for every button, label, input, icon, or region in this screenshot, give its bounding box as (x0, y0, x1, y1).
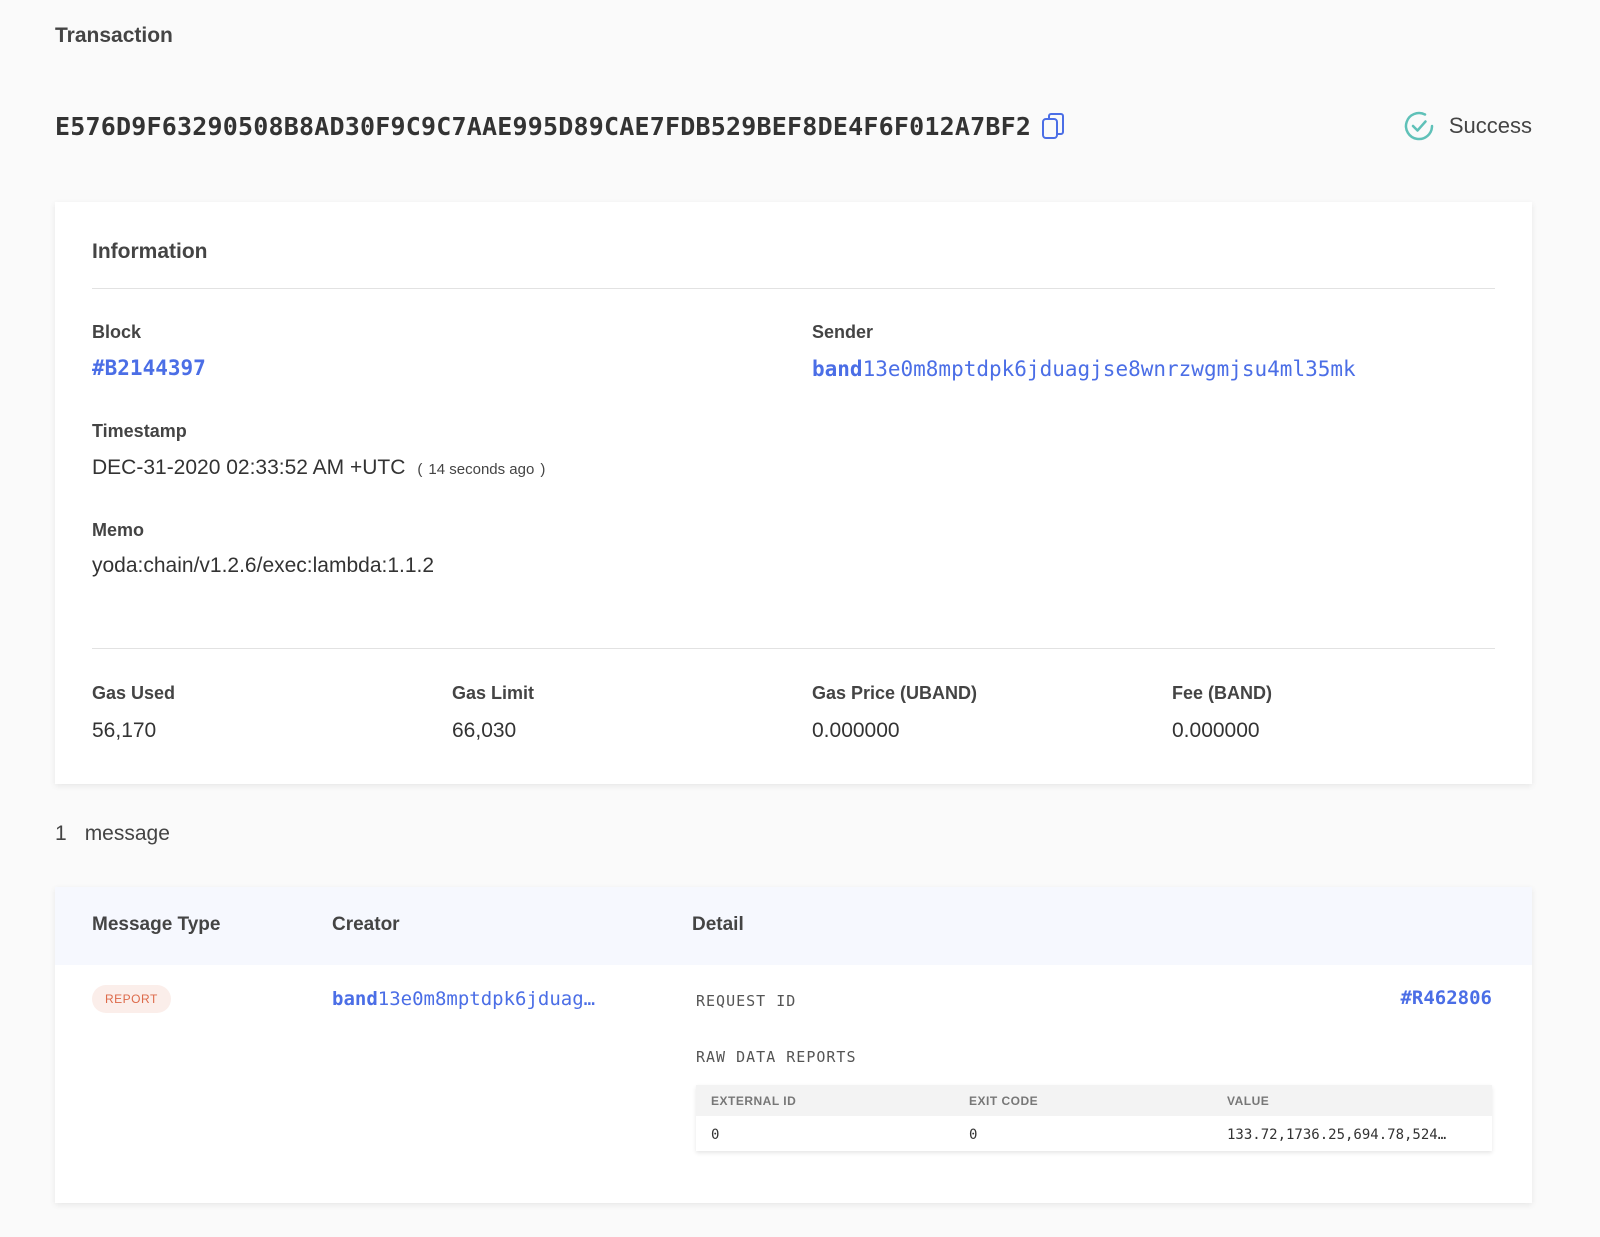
raw-data-table: EXTERNAL ID EXIT CODE VALUE 0 0 133.72,1… (696, 1085, 1492, 1151)
fee-label: Fee (BAND) (1172, 683, 1273, 703)
status-text: Success (1448, 113, 1532, 138)
block-label: Block (92, 322, 142, 342)
header-creator: Creator (332, 914, 400, 935)
memo-value: yoda:chain/v1.2.6/exec:lambda:1.1.2 (92, 554, 435, 577)
status-badge: Success (1401, 108, 1532, 144)
timestamp-relative: (14 seconds ago) (417, 461, 546, 478)
page-title: Transaction (55, 24, 173, 47)
divider (92, 648, 1495, 649)
request-id-label: REQUEST ID (696, 992, 797, 1010)
header-exit-code: EXIT CODE (969, 1094, 1039, 1108)
tx-hash-group: E576D9F63290508B8AD30F9C9C7AAE995D89CAE7… (55, 112, 1065, 141)
tx-hash: E576D9F63290508B8AD30F9C9C7AAE995D89CAE7… (55, 111, 1032, 141)
creator-link[interactable]: band13e0m8mptdpk6jduag… (332, 988, 595, 1010)
gas-limit-value: 66,030 (452, 719, 517, 742)
header-value: VALUE (1227, 1094, 1270, 1108)
information-title: Information (92, 240, 208, 263)
sender-label: Sender (812, 322, 874, 342)
timestamp-value: DEC-31-2020 02:33:52 AM +UTC (14 seconds … (92, 456, 551, 480)
message-count: 1 message (55, 822, 170, 846)
exit-code-value: 0 (969, 1127, 978, 1143)
raw-data-reports-label: RAW DATA REPORTS (696, 1048, 857, 1066)
sender-link[interactable]: band13e0m8mptdpk6jduagjse8wnrzwgmjsu4ml3… (812, 357, 1356, 381)
gas-used-value: 56,170 (92, 719, 157, 742)
raw-data-table-header: EXTERNAL ID EXIT CODE VALUE (696, 1085, 1492, 1116)
memo-label: Memo (92, 520, 145, 540)
header-detail: Detail (692, 914, 744, 935)
creator-prefix: band (332, 988, 378, 1010)
timestamp-label: Timestamp (92, 421, 187, 441)
gas-price-label: Gas Price (UBAND) (812, 683, 978, 703)
gas-used-label: Gas Used (92, 683, 176, 703)
messages-table-header: Message Type Creator Detail (55, 887, 1532, 965)
header-message-type: Message Type (92, 914, 221, 935)
message-count-label: message (84, 822, 170, 845)
message-type-badge: REPORT (92, 985, 171, 1013)
divider (92, 288, 1495, 289)
copy-icon[interactable] (1041, 112, 1065, 140)
message-count-number: 1 (55, 822, 67, 845)
block-link[interactable]: #B2144397 (92, 356, 206, 380)
external-id-value: 0 (711, 1127, 720, 1143)
information-card: Information Block #B2144397 Sender band1… (55, 202, 1532, 784)
creator-address: 13e0m8mptdpk6jduag… (377, 988, 596, 1010)
report-value: 133.72,1736.25,694.78,524… (1227, 1127, 1447, 1143)
fee-value: 0.000000 (1172, 719, 1260, 742)
sender-address: 13e0m8mptdpk6jduagjse8wnrzwgmjsu4ml35mk (862, 357, 1356, 381)
header-external-id: EXTERNAL ID (711, 1094, 797, 1108)
gas-limit-label: Gas Limit (452, 683, 535, 703)
gas-price-value: 0.000000 (812, 719, 900, 742)
messages-table: Message Type Creator Detail REPORT band1… (55, 887, 1532, 1203)
check-circle-icon (1401, 108, 1437, 144)
sender-prefix: band (812, 357, 863, 381)
transaction-header: E576D9F63290508B8AD30F9C9C7AAE995D89CAE7… (55, 104, 1532, 148)
timestamp-date: DEC-31-2020 02:33:52 AM +UTC (92, 456, 406, 479)
request-id-link[interactable]: #R462806 (1400, 987, 1492, 1009)
